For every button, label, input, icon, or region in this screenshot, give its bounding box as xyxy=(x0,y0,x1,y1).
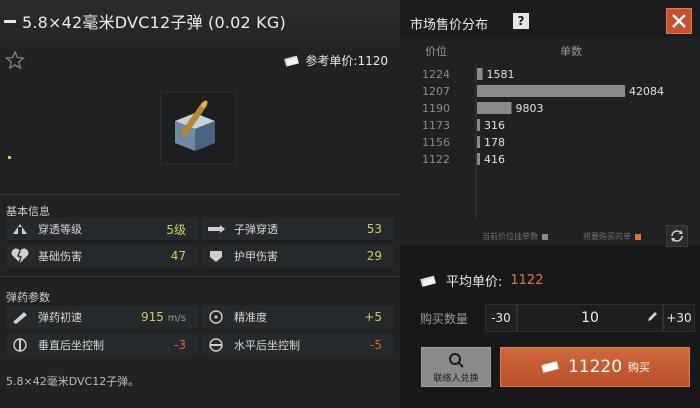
reference-price-label: 参考单价:1120 xyxy=(305,54,388,68)
search-icon xyxy=(449,353,464,368)
chart-bar xyxy=(477,85,625,97)
average-price-value: 1122 xyxy=(510,273,544,288)
ammo-params-label: 弹药参数 xyxy=(6,291,50,304)
price-chart-svg: 1224 1581 1207 42084 1190 9803 1173 316 1156 178 1… xyxy=(422,64,664,218)
price-tick-label: 1156 xyxy=(422,136,450,149)
chart-bar xyxy=(477,136,480,148)
legend-buy: 将要购买的单 xyxy=(583,231,641,242)
price-tick-label: 1224 xyxy=(422,68,450,81)
divider xyxy=(0,276,400,277)
price-distribution-chart: 价位 单数 1224 1581 1207 42084 1190 9803 1173 316 11… xyxy=(400,38,700,246)
price-tick-label: 1173 xyxy=(422,119,450,132)
legend-sell: 当前价位挂单数 xyxy=(482,231,548,242)
close-icon xyxy=(672,14,686,28)
stat-armor-damage: 护甲伤害 29 xyxy=(202,245,394,267)
broken-heart-icon xyxy=(11,248,29,264)
refresh-icon xyxy=(671,230,683,242)
indicator-dot xyxy=(8,156,11,159)
item-description: 5.8×42毫米DVC12子弹。 xyxy=(6,375,140,388)
velocity-icon xyxy=(13,312,27,324)
quantity-input[interactable]: 10 xyxy=(517,304,663,332)
buy-label: 购买 xyxy=(628,361,651,374)
item-image xyxy=(160,92,236,164)
buy-amount: 11220 xyxy=(567,357,623,377)
item-title-bar: 5.8×42毫米DVC12子弹 (0.02 KG) xyxy=(0,0,400,42)
quantity-value: 10 xyxy=(581,310,599,326)
help-icon[interactable]: ? xyxy=(513,13,529,29)
basic-info-label: 基本信息 xyxy=(6,205,50,218)
bar-data-label: 42084 xyxy=(629,85,664,98)
decrease-30-button[interactable]: -30 xyxy=(485,304,517,332)
money-icon xyxy=(284,55,300,67)
market-title: 市场售价分布 xyxy=(410,18,489,33)
refresh-button[interactable] xyxy=(666,225,688,247)
stat-muzzle-velocity: 弹药初速 915 m/s xyxy=(6,306,198,328)
bullet-penetration-icon xyxy=(208,225,225,233)
item-detail-panel: 5.8×42毫米DVC12子弹 (0.02 KG) 参考单价:1120 基本信息 xyxy=(0,0,400,408)
market-window: 5.8×42毫米DVC12子弹 (0.02 KG) 参考单价:1120 基本信息 xyxy=(0,0,700,408)
ammo-box-icon xyxy=(175,100,215,151)
bar-data-label: 1581 xyxy=(487,68,515,81)
crosshair-icon xyxy=(209,310,223,324)
stat-bullet-penetration: 子弹穿透 53 xyxy=(202,218,394,240)
pencil-icon xyxy=(648,312,657,321)
price-tick-label: 1190 xyxy=(422,102,450,115)
penetration-icon xyxy=(13,224,27,235)
increase-30-button[interactable]: +30 xyxy=(663,304,695,332)
item-title: 5.8×42毫米DVC12子弹 (0.02 KG) xyxy=(22,13,286,32)
stat-horizontal-recoil: 水平后坐控制 -5 xyxy=(202,334,394,356)
favorite-star-icon[interactable] xyxy=(5,50,25,70)
bar-data-label: 178 xyxy=(484,136,505,149)
vertical-recoil-icon xyxy=(13,338,27,352)
money-icon xyxy=(420,275,436,287)
price-tick-label: 1207 xyxy=(422,85,450,98)
horizontal-recoil-icon xyxy=(209,338,223,352)
divider xyxy=(0,194,400,195)
stat-accuracy: 精准度 +5 xyxy=(202,306,394,328)
chart-bar xyxy=(477,153,480,165)
armor-damage-icon xyxy=(210,251,222,262)
stat-base-damage: 基础伤害 47 xyxy=(6,245,198,267)
money-icon xyxy=(541,361,559,373)
chart-bar xyxy=(477,119,480,131)
stat-penetration-level: 穿透等级 5级 xyxy=(6,218,198,240)
contact-exchange-button[interactable]: 联络人兑换 xyxy=(421,347,491,387)
market-title-bar: 市场售价分布 ? xyxy=(400,0,700,42)
contact-exchange-label: 联络人兑换 xyxy=(433,374,479,384)
chart-bar xyxy=(477,68,483,80)
stat-vertical-recoil: 垂直后坐控制 -3 xyxy=(6,334,198,356)
bar-data-label: 316 xyxy=(484,119,505,132)
reference-price: 参考单价:1120 xyxy=(284,52,388,69)
buy-button[interactable]: 11220 购买 xyxy=(500,347,690,387)
close-button[interactable] xyxy=(666,8,692,34)
title-dash-icon xyxy=(4,19,16,23)
bar-data-label: 416 xyxy=(484,153,505,166)
average-price: 平均单价: 1122 xyxy=(420,271,543,290)
chart-bar xyxy=(477,102,512,114)
price-tick-label: 1122 xyxy=(422,153,450,166)
quantity-label: 购买数量 xyxy=(420,312,469,326)
legend-sell-swatch xyxy=(542,233,548,240)
legend-buy-swatch xyxy=(635,233,641,240)
bar-data-label: 9803 xyxy=(515,102,543,115)
average-price-label: 平均单价: xyxy=(446,275,503,290)
